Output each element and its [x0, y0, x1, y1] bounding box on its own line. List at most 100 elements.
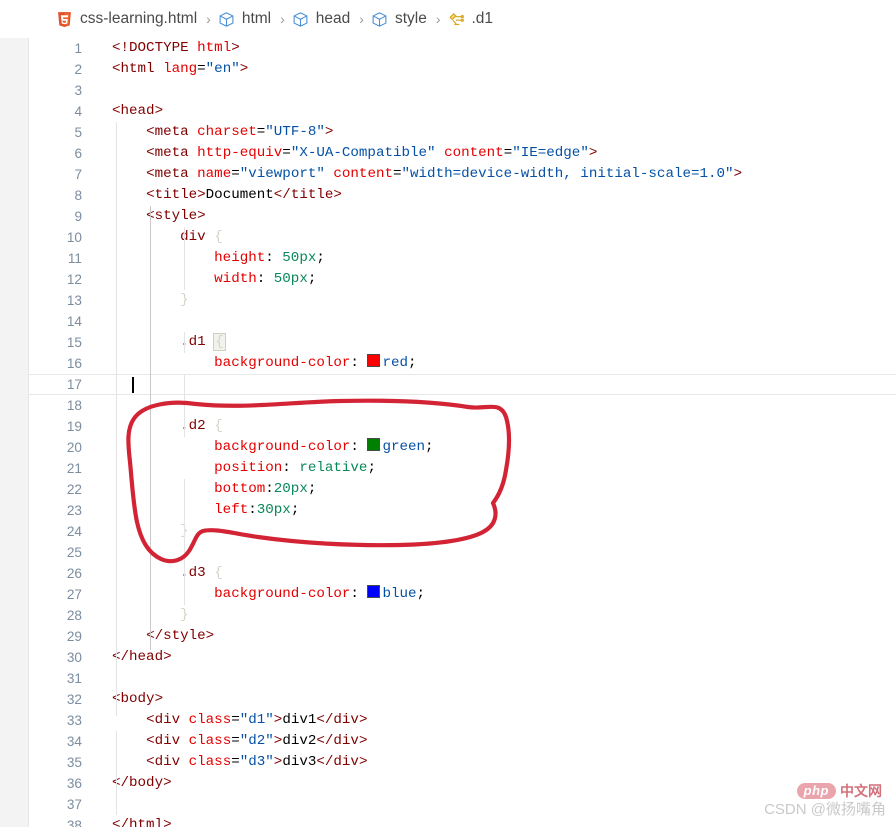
code-line[interactable]: 1 <!DOCTYPE html> [28, 38, 896, 59]
php-watermark-cn-label: 中文网 [840, 783, 882, 799]
code-line[interactable]: 33 <div class="d1">div1</div> [28, 710, 896, 731]
code-line[interactable]: 26 .d3 { [28, 563, 896, 584]
line-number: 14 [66, 314, 82, 329]
line-number: 19 [66, 419, 82, 434]
line-number: 33 [66, 713, 82, 728]
code-line[interactable]: 2 <html lang="en"> [28, 59, 896, 80]
code-line[interactable]: 5 <meta charset="UTF-8"> [28, 122, 896, 143]
line-number: 32 [66, 692, 82, 707]
line-content: .d3 { [180, 565, 223, 581]
line-number: 37 [66, 797, 82, 812]
line-content: width: 50px; [214, 271, 317, 287]
indent-guide [184, 332, 185, 353]
line-number: 9 [74, 209, 82, 224]
line-content: background-color: red; [214, 354, 417, 371]
line-content: .d2 { [180, 418, 223, 434]
breadcrumb-separator: › [435, 11, 441, 27]
breadcrumb-label-file: css-learning.html [80, 10, 198, 27]
breadcrumb-label-css-rule: .d1 [471, 10, 494, 27]
line-content: <style> [146, 208, 206, 224]
line-content: div { [180, 229, 223, 245]
code-line[interactable]: 35 <div class="d3">div3</div> [28, 752, 896, 773]
code-line[interactable]: 14 [28, 311, 896, 332]
code-line[interactable]: 29 </style> [28, 626, 896, 647]
line-number: 8 [74, 188, 82, 203]
code-editor[interactable]: 1 <!DOCTYPE html> 2 <html lang="en"> 3 4… [28, 38, 896, 827]
code-line[interactable]: 27 background-color: blue; [28, 584, 896, 605]
line-content: .d1 { [180, 333, 226, 351]
code-line[interactable]: 34 <div class="d2">div2</div> [28, 731, 896, 752]
code-line-active[interactable]: 17 [28, 374, 896, 395]
code-line[interactable]: 19 .d2 { [28, 416, 896, 437]
line-content: <div class="d2">div2</div> [146, 733, 368, 749]
code-line[interactable]: 3 [28, 80, 896, 101]
html5-icon [56, 11, 73, 28]
code-line[interactable]: 15 .d1 { [28, 332, 896, 353]
code-line[interactable]: 20 background-color: green; [28, 437, 896, 458]
line-number: 16 [66, 356, 82, 371]
line-number: 38 [66, 818, 82, 827]
breadcrumb-item-head[interactable]: head [292, 10, 352, 28]
line-number: 11 [67, 251, 82, 266]
csdn-watermark: CSDN @微扬嘴角 [764, 801, 886, 818]
code-line[interactable]: 16 background-color: red; [28, 353, 896, 374]
cube-icon [218, 11, 235, 28]
line-number: 28 [66, 608, 82, 623]
line-number: 23 [66, 503, 82, 518]
breadcrumb-item-file[interactable]: css-learning.html [56, 10, 199, 28]
line-content: </style> [146, 628, 215, 644]
code-line[interactable]: 31 [28, 668, 896, 689]
line-number: 12 [66, 272, 82, 287]
line-number: 25 [66, 545, 82, 560]
code-line[interactable]: 24 } [28, 521, 896, 542]
breadcrumb-label-head: head [315, 10, 351, 27]
line-content: </head> [112, 649, 172, 665]
code-line[interactable]: 9 <style> [28, 206, 896, 227]
cube-icon [371, 11, 388, 28]
code-line[interactable]: 30 </head> [28, 647, 896, 668]
breadcrumb-item-html[interactable]: html [218, 10, 273, 28]
code-line[interactable]: 11 height: 50px; [28, 248, 896, 269]
line-number: 7 [74, 167, 82, 182]
line-number: 36 [66, 776, 82, 791]
line-number: 31 [66, 671, 82, 686]
code-line[interactable]: 25 [28, 542, 896, 563]
code-line[interactable]: 10 div { [28, 227, 896, 248]
php-watermark-badge: php [796, 783, 836, 799]
code-line[interactable]: 36 </body> [28, 773, 896, 794]
line-number: 20 [66, 440, 82, 455]
indent-guide [184, 479, 185, 605]
line-number: 27 [66, 587, 82, 602]
code-line[interactable]: 28 } [28, 605, 896, 626]
line-number: 6 [74, 146, 82, 161]
bracket-match-highlight: { [213, 333, 226, 351]
line-number: 13 [66, 293, 82, 308]
line-number: 3 [74, 83, 82, 98]
code-line[interactable]: 32 <body> [28, 689, 896, 710]
line-content: <title>Document</title> [146, 187, 342, 203]
line-content: <div class="d1">div1</div> [146, 712, 368, 728]
code-line[interactable]: 8 <title>Document</title> [28, 185, 896, 206]
php-watermark: php 中文网 [796, 781, 882, 801]
breadcrumb-item-css-rule[interactable]: .d1 [448, 10, 496, 28]
code-line[interactable]: 22 bottom:20px; [28, 479, 896, 500]
line-content: <!DOCTYPE html> [112, 40, 240, 56]
breadcrumb-separator: › [280, 11, 285, 27]
code-line[interactable]: 6 <meta http-equiv="X-UA-Compatible" con… [28, 143, 896, 164]
code-line[interactable]: 13 } [28, 290, 896, 311]
indent-guide [150, 206, 151, 650]
line-number: 22 [66, 482, 82, 497]
code-line[interactable]: 23 left:30px; [28, 500, 896, 521]
breadcrumb-item-style[interactable]: style [371, 10, 429, 28]
line-content: background-color: green; [214, 438, 434, 455]
code-line[interactable]: 12 width: 50px; [28, 269, 896, 290]
line-content: bottom:20px; [214, 481, 317, 497]
code-line[interactable]: 21 position: relative; [28, 458, 896, 479]
code-line[interactable]: 7 <meta name="viewport" content="width=d… [28, 164, 896, 185]
code-line[interactable]: 4 <head> [28, 101, 896, 122]
code-line[interactable]: 18 [28, 395, 896, 416]
line-content: <head> [112, 103, 164, 119]
indent-guide [116, 731, 117, 815]
breadcrumb-separator: › [359, 11, 364, 27]
line-content: </body> [112, 775, 172, 791]
